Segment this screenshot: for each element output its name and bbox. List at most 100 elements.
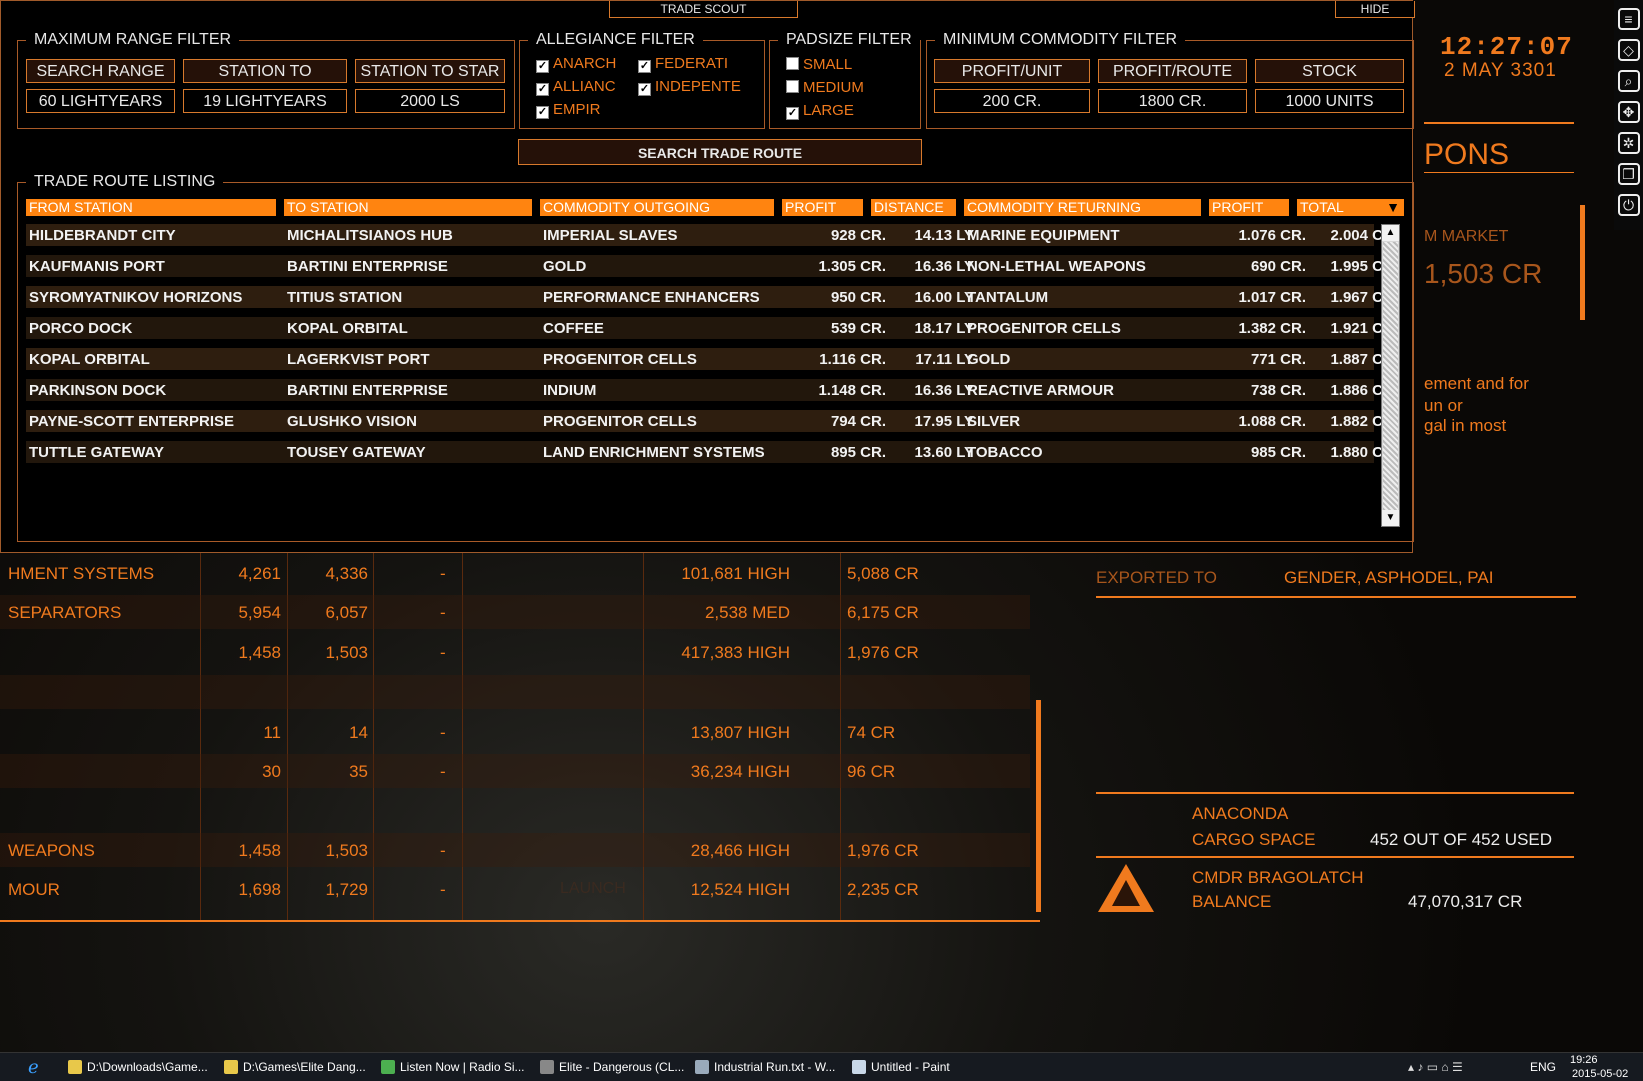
market-row[interactable]: SEPARATORS 5,954 6,057 - 2,538 MED 6,175 CR [0, 595, 1030, 629]
stock-value[interactable]: 1000 UNITS [1255, 89, 1404, 113]
panel-icon[interactable]: ≡ [1617, 8, 1640, 30]
table-cell: KAUFMANIS PORT [29, 258, 165, 275]
app-icon [852, 1060, 866, 1074]
table-cell: PORCO DOCK [29, 320, 133, 337]
table-cell: 690 CR. [1250, 258, 1306, 275]
checkbox-box: ✓ [536, 106, 549, 119]
table-cell: IMPERIAL SLAVES [543, 227, 678, 244]
profit-route-button[interactable]: PROFIT/ROUTE [1098, 59, 1247, 83]
table-cell: TOBACCO [967, 444, 1043, 461]
market-row[interactable] [0, 794, 1030, 828]
table-cell: 539 CR. [830, 320, 886, 337]
market-cell: 28,466 HIGH [690, 841, 790, 860]
listing-scrollbar[interactable]: ▲ ▼ [1381, 224, 1400, 527]
divider [1096, 856, 1574, 858]
checkbox-label: ALLIANC [553, 78, 616, 95]
desc-line: gal in most [1424, 416, 1507, 435]
market-cell: MOUR [8, 880, 60, 899]
padsize-large-checkbox[interactable]: ✓ LARGE [786, 102, 854, 120]
station-to-star-value[interactable]: 2000 LS [355, 89, 505, 113]
market-row[interactable] [0, 675, 1030, 709]
table-cell: LAGERKVIST PORT [287, 351, 430, 368]
stock-button[interactable]: STOCK [1255, 59, 1404, 83]
allegiance-independent-checkbox[interactable]: ✓ INDEPENTE [638, 78, 741, 96]
profit-unit-button[interactable]: PROFIT/UNIT [934, 59, 1090, 83]
table-cell: PAYNE-SCOTT ENTERPRISE [29, 413, 235, 430]
table-row[interactable]: TUTTLE GATEWAY TOUSEY GATEWAY LAND ENRICHM… [26, 441, 1398, 463]
header-commodity-outgoing[interactable]: COMMODITY OUTGOING [540, 199, 774, 216]
allegiance-empire-checkbox[interactable]: ✓ EMPIR [536, 101, 601, 119]
allegiance-alliance-checkbox[interactable]: ✓ ALLIANC [536, 78, 616, 96]
checkbox-label: SMALL [803, 56, 853, 73]
header-total[interactable]: TOTAL ▼ [1297, 199, 1404, 216]
power-icon[interactable]: ⏻ [1617, 194, 1640, 216]
gear-icon[interactable]: ✲ [1617, 132, 1640, 154]
table-cell: 1.076 CR. [1238, 227, 1306, 244]
market-row[interactable]: 1,458 1,503 - 417,383 HIGH 1,976 CR [0, 635, 1030, 669]
search-trade-route-button[interactable]: SEARCH TRADE ROUTE [518, 139, 922, 165]
scroll-down-icon[interactable]: ▼ [1382, 510, 1399, 526]
taskbar-item[interactable]: Industrial Run.txt - W... [695, 1057, 835, 1077]
market-row[interactable]: 30 35 - 36,234 HIGH 96 CR [0, 754, 1030, 788]
table-row[interactable]: PARKINSON DOCK BARTINI ENTERPRISE INDIUM 1.… [26, 379, 1398, 401]
padsize-small-checkbox[interactable]: SMALL [786, 56, 852, 73]
scroll-thumb[interactable] [1383, 242, 1398, 510]
header-commodity-returning[interactable]: COMMODITY RETURNING [964, 199, 1201, 216]
station-to-station-value[interactable]: 19 LIGHTYEARS [183, 89, 347, 113]
allegiance-anarch-checkbox[interactable]: ✓ ANARCH [536, 55, 616, 73]
taskbar-item[interactable]: D:\Games\Elite Dang... [224, 1057, 366, 1077]
tag-icon[interactable]: ◇ [1617, 39, 1640, 61]
market-scroll-indicator [1036, 700, 1041, 912]
header-to-station[interactable]: TO STATION [284, 199, 532, 216]
header-distance[interactable]: DISTANCE [871, 199, 956, 216]
search-range-value[interactable]: 60 LIGHTYEARS [26, 89, 175, 113]
search-icon[interactable]: ⌕ [1617, 70, 1640, 92]
checkbox-box: ✓ [786, 107, 799, 120]
header-from-station[interactable]: FROM STATION [26, 199, 276, 216]
side-toolbar: ≡ ◇ ⌕ ✥ ✲ ❐ ⏻ [1614, 0, 1643, 230]
ie-icon[interactable]: ℯ [28, 1057, 39, 1077]
divider [1424, 122, 1574, 124]
search-range-button[interactable]: SEARCH RANGE [26, 59, 175, 83]
market-cell: - [440, 564, 446, 583]
tray-icons[interactable]: ▴ ♪ ▭ ⌂ ☰ [1408, 1057, 1463, 1077]
market-row[interactable]: MOUR 1,698 1,729 - 12,524 HIGH 2,235 CR [0, 872, 1030, 906]
taskbar-item[interactable]: Listen Now | Radio Si... [381, 1057, 525, 1077]
table-row[interactable]: SYROMYATNIKOV HORIZONS TITIUS STATION PERF… [26, 286, 1398, 308]
table-row[interactable]: HILDEBRANDT CITY MICHALITSIANOS HUB IMPERI… [26, 224, 1398, 246]
table-cell: 17.11 LY [915, 351, 974, 368]
station-to-star-button[interactable]: STATION TO STAR [355, 59, 505, 83]
table-row[interactable]: PORCO DOCK KOPAL ORBITAL COFFEE 539 CR. 18.1… [26, 317, 1398, 339]
taskbar-item[interactable]: D:\Downloads\Game... [68, 1057, 208, 1077]
game-clock: 12:27:07 [1440, 32, 1573, 62]
market-row[interactable]: HMENT SYSTEMS 4,261 4,336 - 101,681 HIGH 5,08… [0, 556, 1030, 590]
taskbar-item[interactable]: Untitled - Paint [852, 1057, 950, 1077]
divider [1424, 172, 1574, 173]
market-row[interactable]: WEAPONS 1,458 1,503 - 28,466 HIGH 1,976 CR [0, 833, 1030, 867]
profit-route-value[interactable]: 1800 CR. [1098, 89, 1247, 113]
move-icon[interactable]: ✥ [1617, 101, 1640, 123]
market-cell: 35 [349, 762, 368, 781]
profit-unit-value[interactable]: 200 CR. [934, 89, 1090, 113]
station-to-station-button[interactable]: STATION TO STATION [183, 59, 347, 104]
table-row[interactable]: KAUFMANIS PORT BARTINI ENTERPRISE GOLD 1.30… [26, 255, 1398, 277]
table-row[interactable]: PAYNE-SCOTT ENTERPRISE GLUSHKO VISION PROG… [26, 410, 1398, 432]
table-cell: PERFORMANCE ENHANCERS [543, 289, 760, 306]
copy-icon[interactable]: ❐ [1617, 163, 1640, 185]
tray-clock-time[interactable]: 19:26 [1570, 1053, 1598, 1067]
table-cell: TITIUS STATION [287, 289, 403, 306]
padsize-medium-checkbox[interactable]: MEDIUM [786, 79, 864, 96]
header-profit-returning[interactable]: PROFIT [1209, 199, 1289, 216]
scroll-up-icon[interactable]: ▲ [1382, 225, 1399, 241]
tray-clock-date[interactable]: 2015-05-02 [1572, 1067, 1628, 1081]
market-row[interactable]: 11 14 - 13,807 HIGH 74 CR [0, 715, 1030, 749]
table-row[interactable]: KOPAL ORBITAL LAGERKVIST PORT PROGENITOR C… [26, 348, 1398, 370]
language-indicator[interactable]: ENG [1530, 1057, 1556, 1077]
table-cell: PROGENITOR CELLS [543, 351, 697, 368]
taskbar-item[interactable]: Elite - Dangerous (CL... [540, 1057, 684, 1077]
header-profit-outgoing[interactable]: PROFIT [782, 199, 863, 216]
hide-button[interactable]: HIDE [1335, 1, 1415, 18]
allegiance-federation-checkbox[interactable]: ✓ FEDERATI [638, 55, 728, 73]
game-date: 2 MAY 3301 [1444, 60, 1557, 81]
table-cell: TOUSEY GATEWAY [287, 444, 426, 461]
